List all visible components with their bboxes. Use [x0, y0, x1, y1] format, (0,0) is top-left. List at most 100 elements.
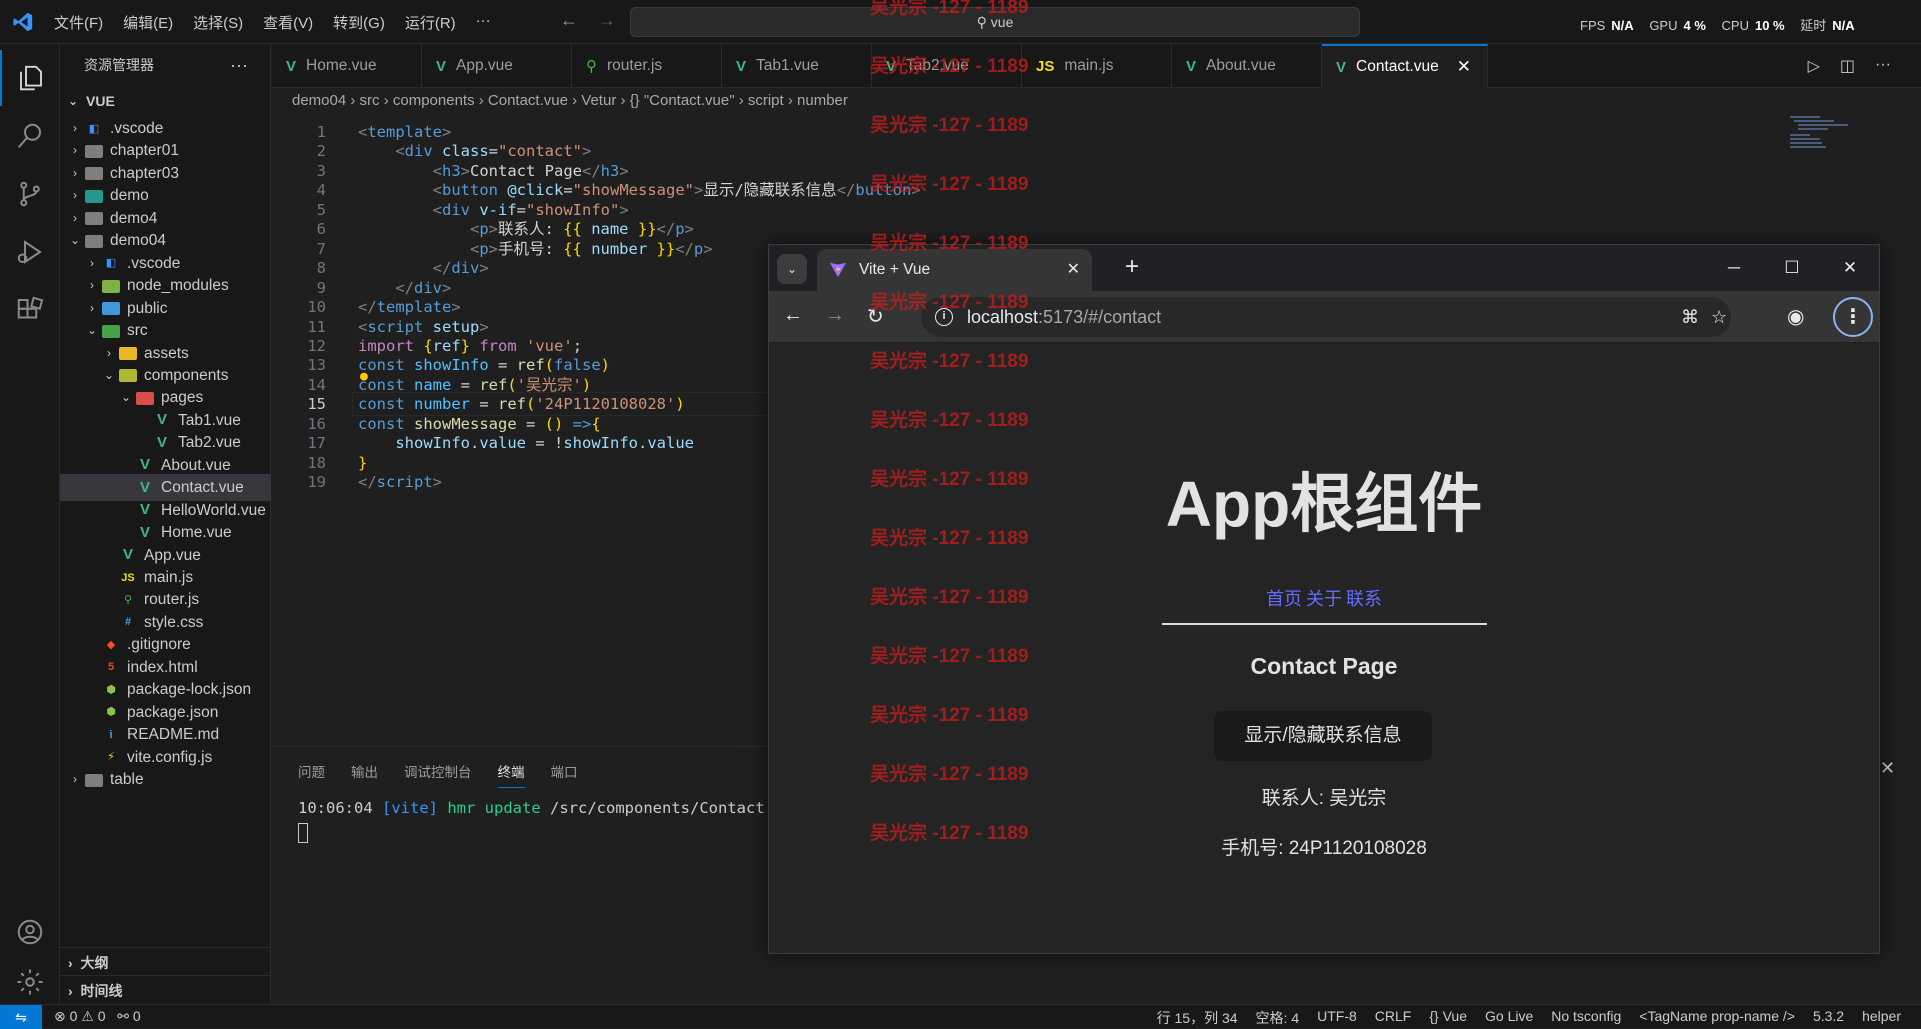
source-control-icon[interactable]	[0, 166, 60, 222]
status-item[interactable]: 行 15，列 34	[1157, 1008, 1238, 1028]
new-tab-icon[interactable]: +	[1125, 253, 1139, 281]
status-item[interactable]: 空格: 4	[1256, 1008, 1300, 1028]
split-editor-icon[interactable]: ◫	[1840, 56, 1855, 76]
tab-about-vue[interactable]: V About.vue	[1172, 44, 1322, 88]
ports-status[interactable]: ⚯ 0	[117, 1008, 140, 1024]
menu-item[interactable]: ···	[476, 12, 491, 33]
close-tab-icon[interactable]: ✕	[1067, 249, 1080, 291]
translate-icon[interactable]: ⌘	[1681, 297, 1699, 337]
status-item[interactable]: <TagName prop-name />	[1639, 1008, 1795, 1028]
manage-gear-icon[interactable]	[0, 954, 60, 1010]
status-item[interactable]: CRLF	[1375, 1008, 1412, 1028]
menu-item[interactable]: 文件(F)	[54, 12, 103, 33]
minimap[interactable]	[1790, 112, 1850, 162]
status-item[interactable]: {} Vue	[1429, 1008, 1467, 1028]
tree-item[interactable]: › table	[68, 766, 144, 793]
code-token: >	[442, 123, 452, 141]
tab-main-js[interactable]: JS main.js	[1022, 44, 1172, 88]
menu-item[interactable]: 查看(V)	[263, 12, 313, 33]
status-item[interactable]: helper	[1862, 1008, 1901, 1028]
menu-item[interactable]: 运行(R)	[405, 12, 456, 33]
menu-item[interactable]: 选择(S)	[193, 12, 243, 33]
outline-section[interactable]: › 大纲	[60, 947, 271, 977]
tab-tab1-vue[interactable]: V Tab1.vue	[722, 44, 872, 88]
status-item[interactable]: UTF-8	[1317, 1008, 1357, 1028]
nav-link[interactable]: 关于	[1306, 589, 1342, 609]
vue-icon: V	[886, 57, 897, 75]
remote-icon[interactable]: ⇋	[0, 1005, 42, 1029]
tree-item-label: table	[110, 771, 144, 789]
site-info-icon[interactable]: i	[935, 308, 953, 326]
more-actions-icon[interactable]: ···	[230, 44, 248, 86]
vue-icon: V	[1336, 58, 1347, 76]
reload-icon[interactable]: ↻	[867, 304, 884, 329]
back-icon[interactable]: ←	[783, 304, 803, 329]
explorer-root[interactable]: ⌄ VUE	[66, 88, 115, 115]
contact-name-text: 联系人: 吴光宗	[1261, 788, 1387, 809]
bookmark-star-icon[interactable]: ☆	[1711, 297, 1727, 337]
nav-link[interactable]: 首页	[1266, 589, 1302, 609]
command-center[interactable]: ⚲ vue	[630, 7, 1360, 37]
panel-tab[interactable]: 调试控制台	[404, 761, 472, 788]
close-tab-icon[interactable]: ✕	[1457, 57, 1471, 77]
vue-icon: V	[139, 478, 150, 496]
forward-icon[interactable]: →	[598, 10, 616, 31]
panel-tab[interactable]: 端口	[551, 761, 578, 788]
tab-search-icon[interactable]: ⌄	[777, 254, 807, 284]
minimize-icon[interactable]: ─	[1705, 245, 1763, 291]
contact-title: Contact Page	[1250, 653, 1398, 679]
panel-tab[interactable]: 输出	[351, 761, 378, 788]
timeline-section[interactable]: › 时间线	[60, 975, 271, 1005]
profile-icon[interactable]: ◉	[1787, 304, 1804, 329]
more-actions-icon[interactable]: ···	[1875, 56, 1891, 76]
folder-icon	[119, 347, 137, 360]
forward-icon[interactable]: →	[825, 304, 845, 329]
search-icon[interactable]	[0, 108, 60, 164]
code-token: = !	[526, 434, 564, 453]
tab-router-js[interactable]: ⚲ router.js	[572, 44, 722, 88]
browser-menu-icon[interactable]: ⋮	[1833, 297, 1873, 337]
maximize-icon[interactable]: ☐	[1763, 245, 1821, 291]
run-debug-icon[interactable]	[0, 224, 60, 280]
panel-tab[interactable]: 终端	[497, 761, 525, 788]
status-item[interactable]: No tsconfig	[1551, 1008, 1621, 1028]
account-icon[interactable]	[0, 904, 60, 960]
back-icon[interactable]: ←	[560, 10, 578, 31]
run-icon[interactable]: ▷	[1808, 56, 1820, 76]
problems-status[interactable]: ⊗ 0 ⚠ 0	[54, 1008, 106, 1024]
lightbulb-icon[interactable]: ●	[360, 369, 368, 384]
code-token: <	[395, 142, 405, 161]
status-item[interactable]: 5.3.2	[1813, 1008, 1844, 1028]
code-token: }	[460, 336, 471, 355]
tab-home-vue[interactable]: V Home.vue	[272, 44, 422, 88]
tab-tab2-vue[interactable]: V Tab2.vue	[872, 44, 1022, 88]
close-panel-icon[interactable]: ✕	[1880, 758, 1895, 779]
menu-item[interactable]: 转到(G)	[333, 12, 385, 33]
explorer-icon[interactable]	[0, 50, 60, 106]
status-item[interactable]: Go Live	[1485, 1008, 1533, 1028]
browser-tab[interactable]: Vite + Vue ✕	[817, 249, 1092, 291]
code-token: ref	[498, 395, 526, 414]
code-token: </	[675, 239, 694, 258]
panel-tab[interactable]: 问题	[298, 761, 325, 788]
terminal-output[interactable]: 10:06:04 [vite] hmr update /src/componen…	[298, 799, 802, 817]
browser-nav: ← → ↻	[783, 304, 884, 329]
extensions-icon[interactable]	[0, 282, 60, 338]
breadcrumb[interactable]: demo04 › src › components › Contact.vue …	[292, 92, 848, 109]
tab-label: Home.vue	[306, 57, 377, 74]
close-window-icon[interactable]: ✕	[1821, 245, 1879, 291]
nav-link[interactable]: 联系	[1346, 589, 1382, 609]
tab-contact-vue[interactable]: V Contact.vue ✕	[1322, 44, 1488, 88]
chevron-down-icon: ⌄	[69, 233, 81, 248]
status-right: 行 15，列 34 空格: 4 UTF-8 CRLF {} Vue Go Live No t…	[1157, 1008, 1901, 1028]
code-token: name	[581, 220, 638, 239]
toggle-contact-button[interactable]: 显示/隐藏联系信息	[1214, 711, 1432, 761]
menu-item[interactable]: 编辑(E)	[123, 12, 173, 33]
tab-app-vue[interactable]: V App.vue	[422, 44, 572, 88]
address-bar[interactable]: i localhost:5173/#/contact ⌘ ☆	[921, 297, 1731, 337]
web-page: App根组件 首页 关于 联系 Contact Page 显示/隐藏联系信息 联系人…	[769, 343, 1879, 953]
